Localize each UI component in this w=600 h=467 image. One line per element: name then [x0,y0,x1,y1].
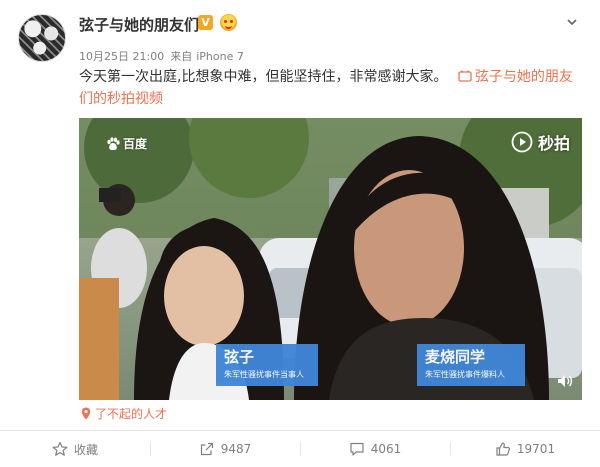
chevron-down-icon[interactable] [566,16,578,28]
like-count: 19701 [516,442,556,456]
topic-label[interactable]: 了不起的人才 [95,405,167,422]
avatar[interactable] [18,14,66,62]
caption-right: 麦烧同学 朱军性骚扰事件爆料人 [417,344,525,386]
post-body: 今天第一次出庭,比想象中难，但能坚持住，非常感谢大家。 [79,69,448,85]
like-icon [496,442,510,456]
share-icon [200,442,213,456]
comment-button[interactable]: 4061 [300,431,450,467]
baidu-watermark-label: 百度 [123,137,148,151]
caption-left-role: 朱军性骚扰事件当事人 [224,370,304,379]
comment-count: 4061 [370,442,402,456]
location-pin-icon [81,407,91,420]
video-player[interactable]: 百度 秒拍 弦子 朱军性骚扰事件当事人 麦烧同学 朱军性骚扰事件爆料人 [79,118,582,400]
post-meta: 10月25日 21:00 来自 iPhone 7 [79,48,244,64]
comment-icon [350,442,364,456]
like-button[interactable]: 19701 [450,431,600,467]
video-icon [458,70,472,82]
action-bar: 收藏 9487 4061 19701 [0,431,600,467]
favorite-label: 收藏 [73,442,98,457]
caption-left: 弦子 朱军性骚扰事件当事人 [216,344,318,386]
favorite-button[interactable]: 收藏 [0,431,150,467]
share-count: 9487 [220,442,252,456]
miaopai-watermark-label: 秒拍 [537,134,570,153]
caption-right-name: 麦烧同学 [425,348,486,366]
miaopai-watermark: 秒拍 [511,130,570,154]
username[interactable]: 弦子与她的朋友们 [79,14,199,35]
baidu-watermark: 百度 [106,135,147,152]
caption-right-role: 朱军性骚扰事件爆料人 [425,370,505,379]
play-icon [511,131,533,153]
post-date[interactable]: 10月25日 21:00 [79,50,164,63]
caption-left-name: 弦子 [224,348,255,366]
share-button[interactable]: 9487 [150,431,300,467]
topic-tag[interactable]: 了不起的人才 [81,405,167,422]
post-text: 今天第一次出庭,比想象中难，但能坚持住，非常感谢大家。 弦子与她的朋友们的秒拍视… [79,66,579,110]
post-source: iPhone 7 [196,50,244,63]
verified-badge: V [198,15,213,30]
star-icon [52,441,68,456]
source-prefix: 来自 [170,50,193,63]
emoji-badge-icon [220,14,237,31]
baidu-paw-icon [107,136,120,150]
speaker-icon[interactable] [556,372,574,390]
